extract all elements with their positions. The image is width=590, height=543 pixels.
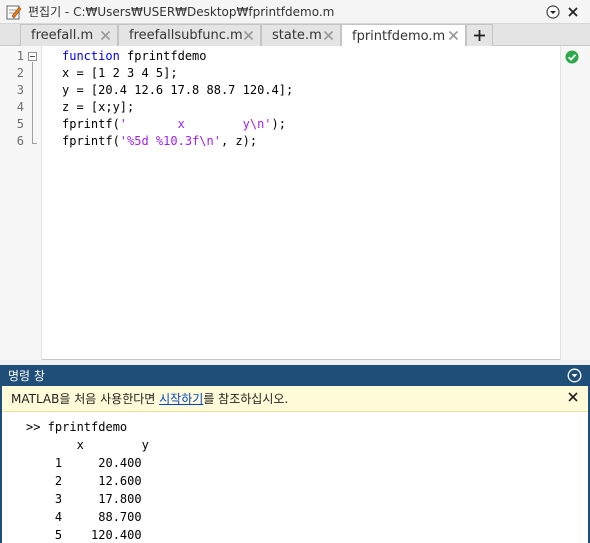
line-number-gutter: 1 2 3 4 5 6: [0, 46, 42, 360]
code-line: function fprintfdemo: [62, 48, 207, 65]
line-number: 2: [16, 66, 24, 80]
chevron-down-icon[interactable]: [567, 368, 582, 383]
code-text: fprintf(: [62, 134, 120, 148]
console-line: x y: [26, 438, 149, 452]
code-text: , z);: [220, 134, 258, 148]
tab-label: freefall.m: [31, 28, 94, 43]
plus-icon: [474, 30, 485, 41]
code-text: fprintfdemo: [119, 49, 207, 63]
console-line: 4 88.700: [26, 510, 142, 524]
close-icon[interactable]: [566, 5, 580, 19]
code-line: fprintf('%5d %10.3f\n', z);: [62, 133, 257, 150]
code-text: z = [x;y];: [62, 100, 135, 114]
fold-toggle-icon[interactable]: [28, 52, 37, 61]
string-literal: ' x y\n': [119, 117, 272, 131]
console-line: 2 12.600: [26, 474, 142, 488]
getting-started-link[interactable]: 시작하기: [159, 392, 203, 406]
tab-freefallsubfunc[interactable]: freefallsubfunc.m: [118, 24, 261, 46]
close-icon[interactable]: [448, 30, 459, 41]
close-icon[interactable]: [243, 30, 254, 41]
editor-pencil-icon: [6, 5, 22, 19]
keyword: function: [62, 49, 120, 63]
code-text: x = [1 2 3 4 5];: [62, 66, 178, 80]
command-window-header: 명령 창: [0, 365, 590, 386]
command-window-scrollbar[interactable]: [574, 413, 586, 543]
getting-started-notice: MATLAB을 처음 사용한다면 시작하기를 참조하십시오.: [2, 386, 588, 412]
code-line: x = [1 2 3 4 5];: [62, 65, 178, 82]
code-line: fprintf(' x y\n');: [62, 116, 286, 133]
code-text: y = [20.4 12.6 17.8 88.7 120.4];: [62, 83, 294, 97]
check-circle-icon[interactable]: [565, 50, 579, 64]
code-text: fprintf(: [62, 117, 120, 131]
line-number: 5: [16, 117, 24, 131]
notice-text: MATLAB을 처음 사용한다면 시작하기를 참조하십시오.: [11, 390, 288, 407]
chevron-down-icon[interactable]: [546, 5, 560, 19]
console-line: 5 120.400: [26, 528, 142, 542]
console-line: >> fprintfdemo: [26, 420, 128, 434]
string-literal: '%5d %10.3f\n': [119, 134, 221, 148]
tab-label: state.m: [272, 28, 322, 43]
line-number: 6: [16, 134, 24, 148]
tab-label: freefallsubfunc.m: [129, 28, 243, 43]
matlab-window: 편집기 - C:₩Users₩USER₩Desktop₩fprintfdemo.…: [0, 0, 590, 543]
line-number: 4: [16, 100, 24, 114]
code-text: );: [271, 117, 286, 131]
close-icon[interactable]: [100, 30, 111, 41]
command-window-title: 명령 창: [8, 369, 45, 383]
editor-tabbar: freefall.m freefallsubfunc.m state.m fpr…: [0, 24, 590, 47]
close-icon[interactable]: [568, 392, 578, 402]
editor-titlebar: 편집기 - C:₩Users₩USER₩Desktop₩fprintfdemo.…: [0, 0, 590, 24]
fold-line: [32, 62, 33, 144]
add-tab-button[interactable]: [466, 24, 493, 46]
code-line: y = [20.4 12.6 17.8 88.7 120.4];: [62, 82, 293, 99]
editor-title: 편집기 - C:₩Users₩USER₩Desktop₩fprintfdemo.…: [28, 5, 335, 19]
close-icon[interactable]: [323, 30, 334, 41]
notice-text-before: MATLAB을 처음 사용한다면: [11, 392, 160, 406]
tab-freefall[interactable]: freefall.m: [20, 24, 118, 46]
code-editor[interactable]: 1 2 3 4 5 6 function fprintfdemo x = [1 …: [0, 46, 590, 360]
tab-label: fprintfdemo.m: [352, 28, 446, 44]
fold-end: [32, 143, 37, 144]
console-line: 3 17.800: [26, 492, 142, 506]
code-analyzer-rail: [560, 46, 590, 360]
notice-text-after: 를 참조하십시오.: [203, 392, 289, 406]
tab-fprintfdemo[interactable]: fprintfdemo.m: [341, 24, 466, 47]
tab-state[interactable]: state.m: [261, 24, 341, 46]
code-line: z = [x;y];: [62, 99, 134, 116]
line-number: 3: [16, 83, 24, 97]
line-number: 1: [16, 49, 24, 63]
console-line: 1 20.400: [26, 456, 142, 470]
